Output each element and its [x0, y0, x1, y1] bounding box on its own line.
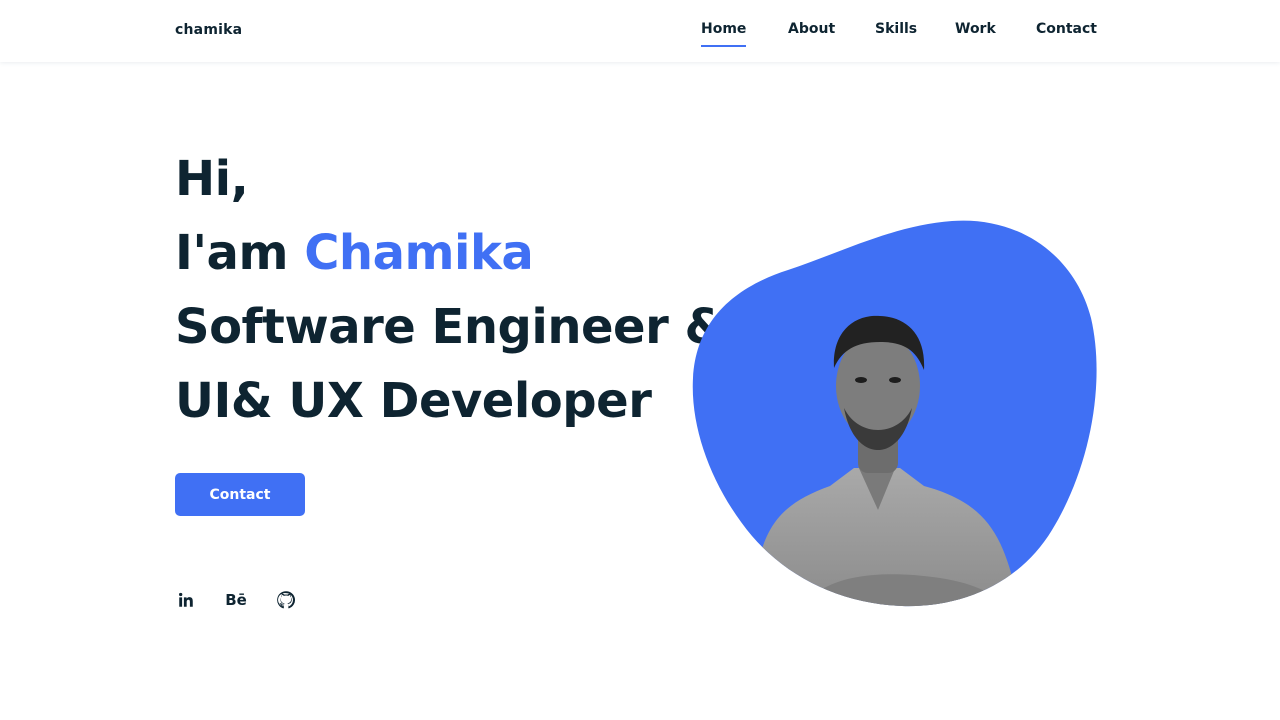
- hero-intro: I'am Chamika: [175, 216, 726, 290]
- linkedin-icon[interactable]: [175, 589, 197, 611]
- hero-title: Hi, I'am Chamika Software Engineer & UI&…: [175, 142, 726, 438]
- site-header: chamika Home About Skills Work Contact: [0, 0, 1280, 62]
- hero-greeting: Hi,: [175, 151, 249, 207]
- nav-link-home[interactable]: Home: [701, 21, 747, 47]
- contact-button[interactable]: Contact: [175, 473, 305, 516]
- hero-image-blob: [690, 218, 1100, 610]
- nav-link-about[interactable]: About: [788, 21, 835, 47]
- main-nav: Home About Skills Work Contact: [0, 21, 1280, 53]
- nav-link-skills[interactable]: Skills: [875, 21, 917, 47]
- github-icon[interactable]: [275, 589, 297, 611]
- behance-icon[interactable]: Bē: [225, 589, 247, 611]
- hero-role-line2: UI& UX Developer: [175, 373, 652, 429]
- nav-link-contact[interactable]: Contact: [1036, 21, 1097, 47]
- hero-intro-prefix: I'am: [175, 225, 288, 281]
- hero-name: Chamika: [304, 225, 534, 281]
- nav-link-work[interactable]: Work: [955, 21, 996, 47]
- hero-role-line1: Software Engineer &: [175, 299, 726, 355]
